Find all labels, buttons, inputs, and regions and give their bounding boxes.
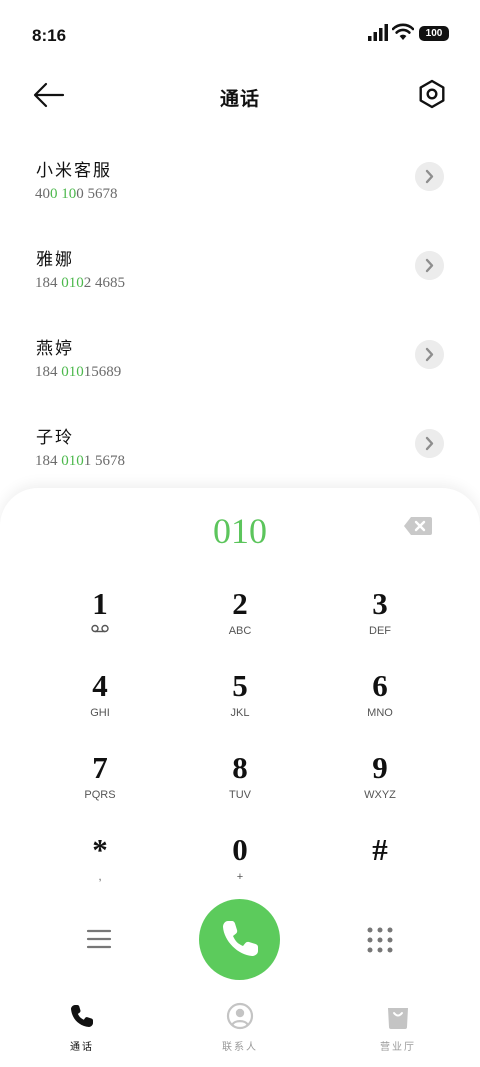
contact-name: 子玲 — [36, 428, 74, 448]
list-item[interactable]: 小米客服 400 100 5678 — [0, 150, 480, 239]
tab-contacts[interactable]: 联系人 — [180, 996, 300, 1053]
list-item[interactable]: 燕婷 184 01015689 — [0, 328, 480, 417]
contact-name: 小米客服 — [36, 161, 112, 181]
shopping-bag-icon — [388, 1008, 408, 1029]
person-icon — [226, 1002, 254, 1030]
chevron-right-icon[interactable] — [415, 429, 444, 458]
call-button[interactable] — [199, 899, 280, 980]
phone-icon — [71, 1005, 93, 1027]
status-bar: 8:16 100 — [0, 0, 480, 64]
tab-service-hall[interactable]: 营业厅 — [338, 996, 458, 1053]
chevron-right-icon[interactable] — [415, 162, 444, 191]
voicemail-icon — [91, 624, 109, 633]
dialpad-panel: 010 1 2 ABC 3 DEF 4 GHI 5 JKL 6 MNO 7 PQ… — [0, 488, 480, 1067]
battery-indicator: 100 — [419, 26, 449, 41]
key-star[interactable]: * , — [30, 830, 170, 912]
bottom-nav: 通话 联系人 营业厅 — [0, 996, 480, 1067]
settings-hexagon-icon[interactable] — [416, 78, 448, 110]
backspace-icon[interactable] — [403, 516, 433, 536]
key-6[interactable]: 6 MNO — [310, 666, 450, 748]
key-4[interactable]: 4 GHI — [30, 666, 170, 748]
chevron-right-icon[interactable] — [415, 251, 444, 280]
contact-name: 雅娜 — [36, 250, 74, 270]
contact-number: 184 01015689 — [35, 364, 122, 380]
page-title: 通话 — [219, 88, 260, 110]
contact-list: 小米客服 400 100 5678 雅娜 184 0102 4685 燕婷 18… — [0, 150, 480, 506]
signal-icon — [368, 24, 388, 41]
tab-calls[interactable]: 通话 — [22, 996, 142, 1053]
key-8[interactable]: 8 TUV — [170, 748, 310, 830]
menu-icon[interactable] — [86, 926, 112, 952]
app-header: 通话 — [0, 68, 480, 124]
phone-icon — [223, 921, 258, 956]
key-3[interactable]: 3 DEF — [310, 584, 450, 666]
key-7[interactable]: 7 PQRS — [30, 748, 170, 830]
wifi-icon — [392, 23, 414, 40]
key-2[interactable]: 2 ABC — [170, 584, 310, 666]
list-item[interactable]: 雅娜 184 0102 4685 — [0, 239, 480, 328]
key-hash[interactable]: # — [310, 830, 450, 912]
key-5[interactable]: 5 JKL — [170, 666, 310, 748]
contact-name: 燕婷 — [36, 339, 74, 359]
chevron-right-icon[interactable] — [415, 340, 444, 369]
key-1[interactable]: 1 — [30, 584, 170, 666]
status-time: 8:16 — [32, 26, 67, 45]
contact-number: 184 0102 4685 — [35, 275, 125, 291]
dialpad-grid-icon[interactable] — [366, 926, 394, 954]
key-9[interactable]: 9 WXYZ — [310, 748, 450, 830]
contact-number: 184 0101 5678 — [35, 453, 125, 469]
contact-number: 400 100 5678 — [35, 186, 118, 202]
